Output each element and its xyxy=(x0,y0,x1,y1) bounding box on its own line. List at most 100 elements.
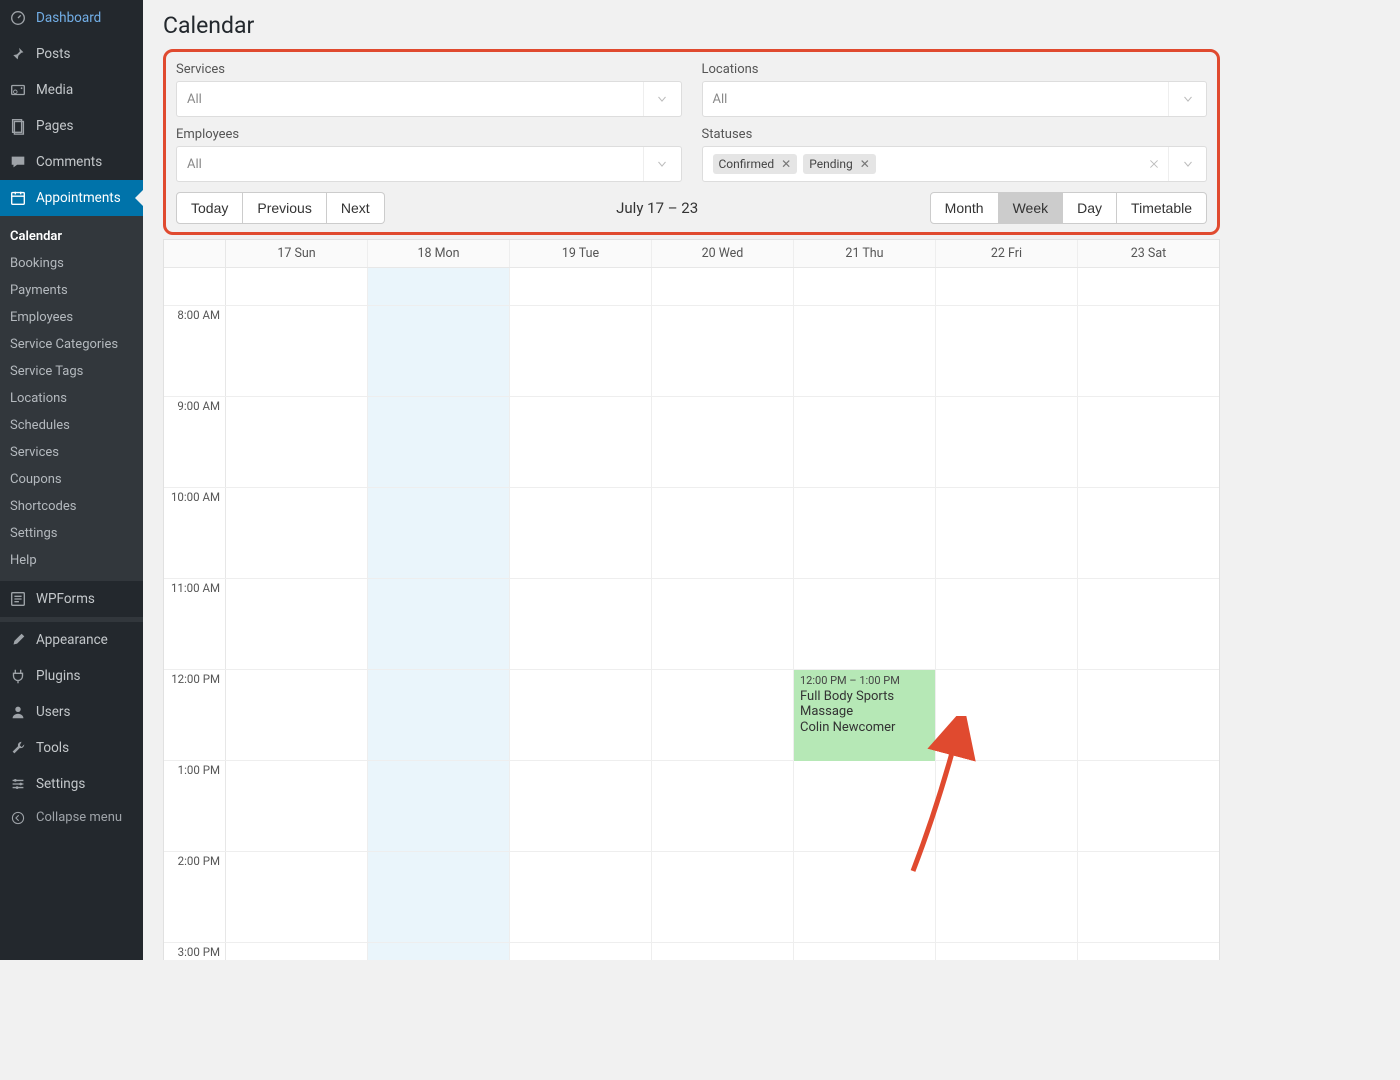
sidebar-item-appearance[interactable]: Appearance xyxy=(0,622,143,658)
calendar-cell[interactable] xyxy=(1078,852,1219,942)
submenu-item-service-tags[interactable]: Service Tags xyxy=(0,358,143,385)
submenu-item-shortcodes[interactable]: Shortcodes xyxy=(0,493,143,520)
submenu-item-bookings[interactable]: Bookings xyxy=(0,250,143,277)
clear-icon[interactable] xyxy=(1142,147,1166,181)
calendar-cell[interactable] xyxy=(1078,306,1219,396)
calendar-cell[interactable] xyxy=(368,306,510,396)
calendar-cell[interactable] xyxy=(226,579,368,669)
submenu-item-services[interactable]: Services xyxy=(0,439,143,466)
sidebar-item-wpforms[interactable]: WPForms xyxy=(0,581,143,617)
services-select[interactable]: All xyxy=(176,81,682,117)
calendar-event[interactable]: 12:00 PM – 1:00 PMFull Body Sports Massa… xyxy=(794,670,935,761)
calendar-cell[interactable] xyxy=(652,943,794,960)
next-button[interactable]: Next xyxy=(327,192,385,224)
calendar-cell[interactable] xyxy=(226,761,368,851)
calendar-cell[interactable] xyxy=(368,397,510,487)
calendar-cell[interactable] xyxy=(794,852,936,942)
sidebar-item-appointments[interactable]: Appointments xyxy=(0,180,143,216)
calendar-cell[interactable] xyxy=(1078,268,1219,305)
calendar-cell[interactable] xyxy=(510,488,652,578)
calendar-cell[interactable]: 12:00 PM – 1:00 PMFull Body Sports Massa… xyxy=(794,670,936,760)
submenu-item-employees[interactable]: Employees xyxy=(0,304,143,331)
calendar-cell[interactable] xyxy=(936,488,1078,578)
collapse-menu[interactable]: Collapse menu xyxy=(0,802,143,833)
sidebar-item-users[interactable]: Users xyxy=(0,694,143,730)
calendar-cell[interactable] xyxy=(1078,579,1219,669)
calendar-cell[interactable] xyxy=(510,852,652,942)
calendar-cell[interactable] xyxy=(936,943,1078,960)
calendar-cell[interactable] xyxy=(1078,488,1219,578)
calendar-cell[interactable] xyxy=(226,670,368,760)
calendar-cell[interactable] xyxy=(510,268,652,305)
calendar-cell[interactable] xyxy=(652,579,794,669)
calendar-cell[interactable] xyxy=(1078,943,1219,960)
calendar-cell[interactable] xyxy=(368,761,510,851)
locations-select[interactable]: All xyxy=(702,81,1208,117)
calendar-cell[interactable] xyxy=(226,488,368,578)
calendar-cell[interactable] xyxy=(368,488,510,578)
remove-tag-icon[interactable]: ✕ xyxy=(860,157,870,171)
sidebar-item-media[interactable]: Media xyxy=(0,72,143,108)
submenu-item-locations[interactable]: Locations xyxy=(0,385,143,412)
calendar-cell[interactable] xyxy=(226,306,368,396)
calendar-cell[interactable] xyxy=(226,852,368,942)
calendar-cell[interactable] xyxy=(652,852,794,942)
calendar-cell[interactable] xyxy=(368,852,510,942)
today-button[interactable]: Today xyxy=(176,192,243,224)
sidebar-item-settings[interactable]: Settings xyxy=(0,766,143,802)
sidebar-item-tools[interactable]: Tools xyxy=(0,730,143,766)
submenu-item-calendar[interactable]: Calendar xyxy=(0,223,143,250)
calendar-cell[interactable] xyxy=(652,306,794,396)
view-day-button[interactable]: Day xyxy=(1063,192,1117,224)
calendar-cell[interactable] xyxy=(794,943,936,960)
calendar-cell[interactable] xyxy=(794,397,936,487)
sidebar-item-pages[interactable]: Pages xyxy=(0,108,143,144)
calendar-cell[interactable] xyxy=(510,761,652,851)
calendar-cell[interactable] xyxy=(652,397,794,487)
sidebar-item-comments[interactable]: Comments xyxy=(0,144,143,180)
submenu-item-help[interactable]: Help xyxy=(0,547,143,574)
calendar-cell[interactable] xyxy=(226,397,368,487)
calendar-cell[interactable] xyxy=(936,761,1078,851)
calendar-cell[interactable] xyxy=(794,488,936,578)
calendar-cell[interactable] xyxy=(510,943,652,960)
previous-button[interactable]: Previous xyxy=(243,192,326,224)
calendar-cell[interactable] xyxy=(936,579,1078,669)
calendar-cell[interactable] xyxy=(368,670,510,760)
calendar-cell[interactable] xyxy=(794,579,936,669)
calendar-cell[interactable] xyxy=(652,488,794,578)
calendar-cell[interactable] xyxy=(936,268,1078,305)
view-timetable-button[interactable]: Timetable xyxy=(1117,192,1207,224)
calendar-cell[interactable] xyxy=(794,306,936,396)
calendar-cell[interactable] xyxy=(368,579,510,669)
sidebar-item-plugins[interactable]: Plugins xyxy=(0,658,143,694)
submenu-item-payments[interactable]: Payments xyxy=(0,277,143,304)
calendar-cell[interactable] xyxy=(226,268,368,305)
view-month-button[interactable]: Month xyxy=(930,192,999,224)
calendar-cell[interactable] xyxy=(794,268,936,305)
calendar-cell[interactable] xyxy=(794,761,936,851)
calendar-cell[interactable] xyxy=(936,306,1078,396)
calendar-body[interactable]: 8:00 AM9:00 AM10:00 AM11:00 AM12:00 PM12… xyxy=(164,268,1219,960)
calendar-cell[interactable] xyxy=(936,397,1078,487)
view-week-button[interactable]: Week xyxy=(999,192,1064,224)
sidebar-item-dashboard[interactable]: Dashboard xyxy=(0,0,143,36)
submenu-item-schedules[interactable]: Schedules xyxy=(0,412,143,439)
submenu-item-settings[interactable]: Settings xyxy=(0,520,143,547)
calendar-cell[interactable] xyxy=(652,761,794,851)
statuses-select[interactable]: Confirmed✕Pending✕ xyxy=(702,146,1208,182)
sidebar-item-posts[interactable]: Posts xyxy=(0,36,143,72)
calendar-cell[interactable] xyxy=(510,397,652,487)
submenu-item-service-categories[interactable]: Service Categories xyxy=(0,331,143,358)
calendar-cell[interactable] xyxy=(510,306,652,396)
calendar-cell[interactable] xyxy=(510,670,652,760)
calendar-cell[interactable] xyxy=(652,670,794,760)
calendar-cell[interactable] xyxy=(1078,397,1219,487)
calendar-cell[interactable] xyxy=(1078,670,1219,760)
employees-select[interactable]: All xyxy=(176,146,682,182)
calendar-cell[interactable] xyxy=(226,943,368,960)
calendar-cell[interactable] xyxy=(652,268,794,305)
calendar-cell[interactable] xyxy=(936,670,1078,760)
remove-tag-icon[interactable]: ✕ xyxy=(781,157,791,171)
calendar-cell[interactable] xyxy=(368,268,510,305)
